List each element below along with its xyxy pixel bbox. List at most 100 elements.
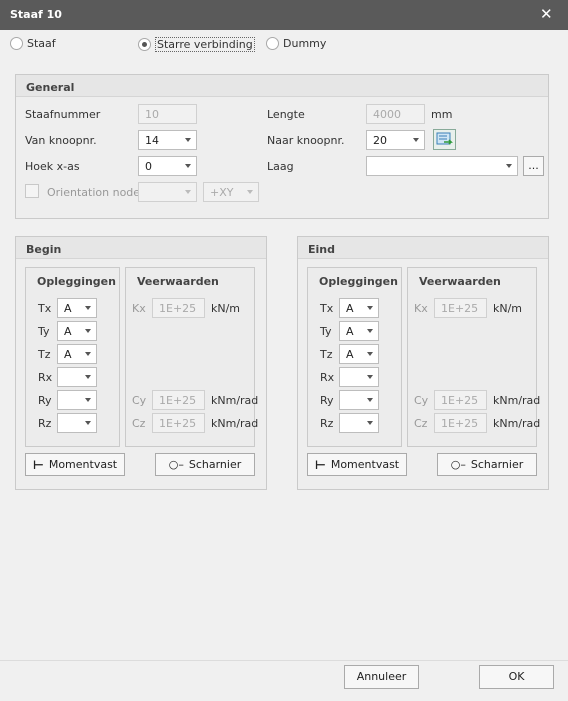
eind-rx-select[interactable]	[339, 367, 379, 387]
close-icon[interactable]: ✕	[540, 5, 553, 23]
chevron-down-icon	[367, 352, 373, 356]
eind-ry-select[interactable]	[339, 390, 379, 410]
van-knoop-value: 14	[145, 134, 159, 147]
begin-momentvast-label: Momentvast	[48, 458, 118, 471]
begin-ty-select[interactable]: A	[57, 321, 97, 341]
ok-button[interactable]: OK	[479, 665, 554, 689]
begin-tx-select[interactable]: A	[57, 298, 97, 318]
eind-rz-select[interactable]	[339, 413, 379, 433]
chevron-down-icon	[85, 352, 91, 356]
footer-divider	[0, 660, 568, 661]
begin-cz-field: 1E+25	[152, 413, 205, 433]
begin-rz-select[interactable]	[57, 413, 97, 433]
eind-tx-select[interactable]: A	[339, 298, 379, 318]
chevron-down-icon	[413, 138, 419, 142]
lengte-label: Lengte	[267, 108, 305, 121]
eind-ry-label: Ry	[320, 394, 334, 407]
laag-label: Laag	[267, 160, 294, 173]
begin-momentvast-button[interactable]: ⊢ Momentvast	[25, 453, 125, 476]
swap-nodes-icon	[436, 132, 453, 145]
hoek-select[interactable]: 0	[138, 156, 197, 176]
eind-scharnier-button[interactable]: ○– Scharnier	[437, 453, 537, 476]
eind-cz-label: Cz	[414, 417, 428, 430]
chevron-down-icon	[85, 421, 91, 425]
lengte-unit: mm	[431, 108, 453, 121]
begin-ty-value: A	[64, 325, 72, 338]
naar-knoop-select[interactable]: 20	[366, 130, 425, 150]
begin-tz-value: A	[64, 348, 72, 361]
eind-scharnier-label: Scharnier	[470, 458, 524, 471]
begin-tz-select[interactable]: A	[57, 344, 97, 364]
radio-starre-verbinding-label: Starre verbinding	[155, 37, 255, 52]
begin-kx-unit: kN/m	[211, 302, 241, 315]
chevron-down-icon	[367, 421, 373, 425]
eind-cy-field: 1E+25	[434, 390, 487, 410]
chevron-down-icon	[185, 138, 191, 142]
chevron-down-icon	[85, 329, 91, 333]
begin-scharnier-label: Scharnier	[188, 458, 242, 471]
begin-tx-label: Tx	[38, 302, 52, 315]
fixed-moment-icon: ⊢	[32, 457, 44, 472]
eind-cz-field: 1E+25	[434, 413, 487, 433]
radio-dummy-label: Dummy	[283, 37, 327, 50]
van-knoop-select[interactable]: 14	[138, 130, 197, 150]
chevron-down-icon	[367, 375, 373, 379]
eind-kx-label: Kx	[414, 302, 428, 315]
eind-ty-select[interactable]: A	[339, 321, 379, 341]
staafnummer-field: 10	[138, 104, 197, 124]
laag-select[interactable]	[366, 156, 518, 176]
hoek-label: Hoek x-as	[25, 160, 80, 173]
swap-nodes-button[interactable]	[433, 129, 456, 150]
window-title: Staaf 10	[10, 8, 62, 21]
radio-dummy[interactable]: Dummy	[266, 37, 326, 50]
begin-ry-select[interactable]	[57, 390, 97, 410]
orientation-label: Orientation node	[47, 186, 141, 199]
eind-momentvast-button[interactable]: ⊢ Momentvast	[307, 453, 407, 476]
begin-rx-select[interactable]	[57, 367, 97, 387]
radio-staaf[interactable]: Staaf	[10, 37, 56, 50]
radio-staaf-circle[interactable]	[10, 37, 23, 50]
chevron-down-icon	[367, 306, 373, 310]
orientation-axis-select[interactable]: +XY	[203, 182, 259, 202]
hinge-icon: ○–	[450, 458, 466, 471]
begin-rz-label: Rz	[38, 417, 52, 430]
eind-opleggingen-title: Opleggingen	[319, 275, 398, 288]
begin-kx-field: 1E+25	[152, 298, 205, 318]
radio-dummy-circle[interactable]	[266, 37, 279, 50]
chevron-down-icon	[85, 306, 91, 310]
begin-scharnier-button[interactable]: ○– Scharnier	[155, 453, 255, 476]
chevron-down-icon	[506, 164, 512, 168]
cancel-button[interactable]: Annuleer	[344, 665, 419, 689]
eind-title: Eind	[298, 237, 548, 259]
begin-rx-label: Rx	[38, 371, 53, 384]
radio-starre-verbinding[interactable]: Starre verbinding	[138, 37, 255, 52]
begin-veerwaarden-title: Veerwaarden	[137, 275, 219, 288]
eind-ty-value: A	[346, 325, 354, 338]
orientation-checkbox[interactable]	[25, 184, 39, 198]
eind-cy-label: Cy	[414, 394, 429, 407]
hoek-value: 0	[145, 160, 152, 173]
chevron-down-icon	[185, 190, 191, 194]
begin-cy-unit: kNm/rad	[211, 394, 259, 407]
orientation-axis-value: +XY	[210, 186, 234, 199]
eind-tz-select[interactable]: A	[339, 344, 379, 364]
begin-cz-label: Cz	[132, 417, 146, 430]
begin-cy-label: Cy	[132, 394, 147, 407]
chevron-down-icon	[247, 190, 253, 194]
eind-tz-label: Tz	[320, 348, 333, 361]
laag-browse-button[interactable]: ...	[523, 156, 544, 176]
chevron-down-icon	[85, 398, 91, 402]
begin-ry-label: Ry	[38, 394, 52, 407]
fixed-moment-icon: ⊢	[314, 457, 326, 472]
eind-tz-value: A	[346, 348, 354, 361]
chevron-down-icon	[367, 329, 373, 333]
begin-tx-value: A	[64, 302, 72, 315]
chevron-down-icon	[367, 398, 373, 402]
begin-cz-unit: kNm/rad	[211, 417, 259, 430]
naar-knoop-value: 20	[373, 134, 387, 147]
eind-momentvast-label: Momentvast	[330, 458, 400, 471]
orientation-node-select[interactable]	[138, 182, 197, 202]
chevron-down-icon	[85, 375, 91, 379]
general-title: General	[16, 75, 548, 97]
radio-starre-verbinding-circle[interactable]	[138, 38, 151, 51]
